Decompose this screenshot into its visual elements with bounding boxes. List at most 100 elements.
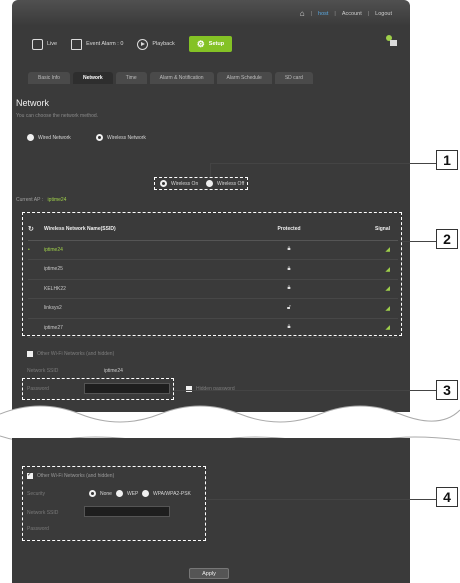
callout-3: 3 xyxy=(436,380,458,400)
security-none-label: None xyxy=(100,490,112,497)
nav-event-alarm-label: Event Alarm : 0 xyxy=(86,41,124,47)
security-wep-option[interactable]: WEP xyxy=(116,490,138,497)
wireless-off-radio[interactable] xyxy=(206,180,213,187)
ssid-cell: KELHK22 xyxy=(44,279,244,299)
network-description: You can choose the network method. xyxy=(16,113,99,119)
tab-alarm-schedule[interactable]: Alarm Schedule xyxy=(216,72,272,84)
password-label-bottom: Password xyxy=(27,526,49,532)
page-title: Network xyxy=(16,98,50,108)
other-networks-label-top: Other Wi-Fi Networks (and hidden) xyxy=(37,351,115,357)
wired-network-option[interactable]: Wired Network xyxy=(27,134,71,141)
table-row[interactable]: • iptime24 🔒︎ ◢ xyxy=(28,240,398,260)
signal-icon: ◢ xyxy=(385,305,390,312)
security-label: Security xyxy=(27,491,46,497)
password-input-top[interactable] xyxy=(84,383,170,394)
other-networks-toggle-top[interactable]: Other Wi-Fi Networks (and hidden) xyxy=(27,351,114,357)
ssid-cell: iptime24 xyxy=(44,240,244,260)
nav-playback[interactable]: Playback xyxy=(137,36,175,52)
ssid-cell: iptime27 xyxy=(44,318,244,338)
callout-2-leader xyxy=(402,241,436,242)
table-row[interactable]: iptime27 🔒︎ ◢ xyxy=(28,318,398,338)
callout-1: 1 xyxy=(436,150,458,170)
ssid-cell: iptime25 xyxy=(44,259,244,280)
security-wpa-radio[interactable] xyxy=(142,490,149,497)
tab-alarm-notification[interactable]: Alarm & Notification xyxy=(149,72,214,84)
current-ap-label: Current AP : xyxy=(16,197,44,203)
lock-icon: 🔒︎ xyxy=(287,265,291,272)
other-networks-toggle-bottom[interactable]: Other Wi-Fi Networks (and hidden) xyxy=(27,471,114,479)
refresh-icon[interactable]: ↻ xyxy=(28,226,34,233)
col-ssid: Wireless Network Name(SSID) xyxy=(44,218,244,241)
logout-link[interactable]: Logout xyxy=(375,11,392,17)
callout-4: 4 xyxy=(436,487,458,507)
play-icon xyxy=(137,38,149,50)
security-none-option[interactable]: None xyxy=(89,490,112,497)
wireless-on-label: Wireless On xyxy=(171,180,199,187)
nav-playback-label: Playback xyxy=(152,41,175,47)
callout-1-leader-drop xyxy=(210,163,211,177)
tab-sd-card[interactable]: SD card xyxy=(274,72,313,84)
nav-live-label: Live xyxy=(47,41,58,47)
current-ap: Current AP : iptime24 xyxy=(16,197,66,203)
table-row[interactable]: iptime25 🔒︎ ◢ xyxy=(28,259,398,280)
security-wep-label: WEP xyxy=(127,490,139,497)
table-header-row: ↻ Wireless Network Name(SSID) Protected … xyxy=(28,218,398,241)
nav-setup[interactable]: ⚙ Setup xyxy=(188,36,233,52)
tab-network[interactable]: Network xyxy=(72,72,113,84)
security-wpa-option[interactable]: WPA/WPA2-PSK xyxy=(142,490,191,497)
hidden-password-label: Hidden password xyxy=(196,386,235,392)
callout-4-leader xyxy=(206,499,436,500)
nav-event-alarm[interactable]: Event Alarm : 0 xyxy=(71,36,123,52)
ssid-cell: linksys2 xyxy=(44,298,244,319)
host-link[interactable]: host xyxy=(318,11,328,17)
monitor-icon xyxy=(32,38,43,50)
lock-icon: 🔒︎ xyxy=(287,246,291,253)
current-ap-value: iptime24 xyxy=(47,197,67,203)
callout-3-leader xyxy=(174,390,436,391)
wireless-on-option[interactable]: Wireless On xyxy=(160,180,198,187)
password-label-top: Password xyxy=(27,386,49,392)
alarm-list-icon xyxy=(71,38,83,50)
wireless-on-radio[interactable] xyxy=(160,180,167,187)
top-bar: ⌂ | host | Account | Logout xyxy=(299,9,392,18)
apply-button[interactable]: Apply xyxy=(189,568,229,579)
network-ssid-label-top: Network SSID xyxy=(27,368,59,374)
table-row[interactable]: linksys2 🔓︎ ◢ xyxy=(28,298,398,319)
wireless-off-option[interactable]: Wireless Off xyxy=(206,180,244,187)
col-signal: Signal xyxy=(334,218,398,241)
callout-1-leader xyxy=(210,163,436,164)
gear-icon: ⚙ xyxy=(196,38,205,49)
wired-label: Wired Network xyxy=(38,134,71,141)
other-networks-checkbox-top[interactable] xyxy=(27,351,33,357)
home-icon[interactable]: ⌂ xyxy=(300,9,305,18)
user-settings-icon[interactable] xyxy=(384,33,398,47)
signal-icon: ◢ xyxy=(385,266,390,273)
other-networks-checkbox-bottom[interactable] xyxy=(27,471,33,479)
nav-setup-label: Setup xyxy=(208,41,225,47)
lock-icon: 🔒︎ xyxy=(287,285,291,292)
network-ssid-input[interactable] xyxy=(84,506,170,517)
wifi-network-table: ↻ Wireless Network Name(SSID) Protected … xyxy=(28,218,398,338)
table-row[interactable]: KELHK22 🔒︎ ◢ xyxy=(28,279,398,299)
security-wpa-label: WPA/WPA2-PSK xyxy=(153,490,191,497)
wireless-radio[interactable] xyxy=(96,134,103,141)
wireless-network-option[interactable]: Wireless Network xyxy=(96,134,146,141)
col-protected: Protected xyxy=(244,218,334,241)
hidden-password-checkbox[interactable] xyxy=(186,386,192,392)
hidden-password-toggle[interactable]: Hidden password xyxy=(186,386,235,392)
tab-basic-info[interactable]: Basic Info xyxy=(28,72,70,84)
signal-icon: ◢ xyxy=(385,325,390,332)
lock-icon: 🔒︎ xyxy=(287,324,291,331)
account-link[interactable]: Account xyxy=(342,11,362,17)
nav-live[interactable]: Live xyxy=(32,36,57,52)
signal-icon: ◢ xyxy=(385,286,390,293)
wireless-label: Wireless Network xyxy=(107,134,146,141)
network-ssid-value-top: iptime24 xyxy=(104,368,123,374)
security-none-radio[interactable] xyxy=(89,490,96,497)
tab-time[interactable]: Time xyxy=(115,72,147,84)
setup-tabs: Basic Info Network Time Alarm & Notifica… xyxy=(28,72,313,84)
network-ssid-label-bottom: Network SSID xyxy=(27,510,59,516)
wired-radio[interactable] xyxy=(27,134,34,141)
wireless-off-label: Wireless Off xyxy=(217,180,245,187)
security-wep-radio[interactable] xyxy=(116,490,123,497)
